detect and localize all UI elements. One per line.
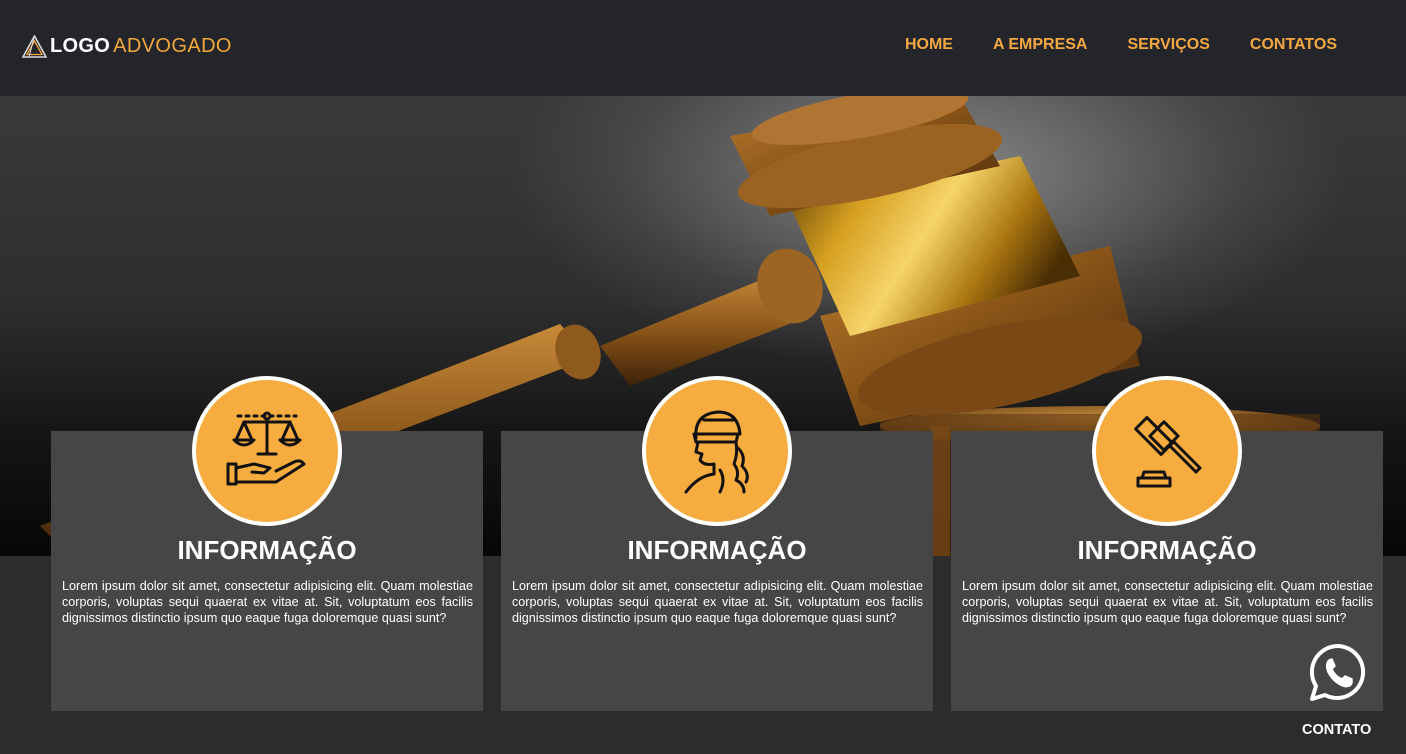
nav-contatos[interactable]: CONTATOS [1250,34,1337,56]
card-icon-circle [642,376,792,526]
logo-triangle-icon [22,34,47,58]
card-text: Lorem ipsum dolor sit amet, consectetur … [962,579,1373,625]
logo-text-bold: LOGO [50,35,111,57]
info-card: INFORMAÇÃO Lorem ipsum dolor sit amet, c… [51,376,483,711]
nav-home[interactable]: HOME [905,34,953,56]
nav-a-empresa[interactable]: A EMPRESA [993,34,1088,56]
main-navigation: HOME A EMPRESA SERVIÇOS CONTATOS [905,34,1337,56]
site-logo[interactable]: LOGO ADVOGADO [22,34,232,58]
card-text: Lorem ipsum dolor sit amet, consectetur … [62,579,473,625]
nav-servicos[interactable]: SERVIÇOS [1127,34,1209,56]
site-header: LOGO ADVOGADO HOME A EMPRESA SERVIÇOS CON… [0,0,1406,96]
card-text: Lorem ipsum dolor sit amet, consectetur … [512,579,923,625]
scales-in-hand-icon [226,411,306,486]
card-icon-circle [192,376,342,526]
card-title: INFORMAÇÃO [1077,535,1257,565]
card-title: INFORMAÇÃO [627,535,807,565]
logo-text-light: ADVOGADO [113,35,232,57]
card-icon-circle [1092,376,1242,526]
landing-page: LOGO ADVOGADO HOME A EMPRESA SERVIÇOS CON… [0,0,1406,754]
card-title: INFORMAÇÃO [177,535,357,565]
blindfolded-justice-icon [684,410,749,494]
whatsapp-icon[interactable] [1307,642,1369,704]
info-card: INFORMAÇÃO Lorem ipsum dolor sit amet, c… [501,376,933,711]
whatsapp-contact-label[interactable]: CONTATO [1302,721,1371,739]
gavel-icon [1134,416,1202,488]
